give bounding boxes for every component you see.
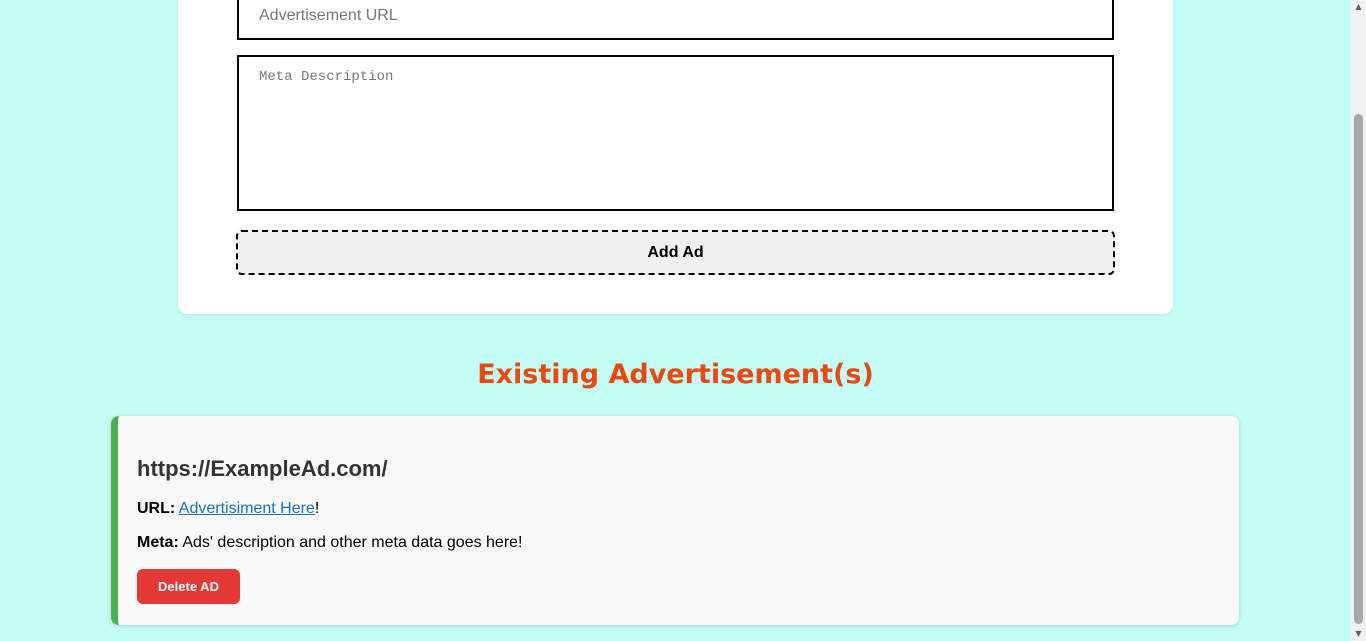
ad-url-line: URL: Advertisiment Here! bbox=[137, 500, 319, 518]
ad-url-label: URL: bbox=[137, 500, 176, 517]
ad-url-link[interactable]: Advertisiment Here bbox=[179, 500, 315, 517]
ad-url-suffix: ! bbox=[314, 500, 320, 517]
add-ad-button[interactable]: Add Ad bbox=[236, 230, 1115, 275]
existing-ads-heading: Existing Advertisement(s) bbox=[477, 359, 874, 390]
advertisement-url-input[interactable] bbox=[237, 0, 1114, 40]
scrollbar-thumb[interactable] bbox=[1354, 114, 1363, 624]
ad-meta-label: Meta: bbox=[137, 534, 179, 551]
delete-ad-button[interactable]: Delete AD bbox=[137, 569, 240, 604]
vertical-scrollbar[interactable]: ▲ ▼ bbox=[1351, 0, 1366, 641]
meta-description-textarea[interactable] bbox=[237, 55, 1114, 211]
ad-title: https://ExampleAd.com/ bbox=[137, 456, 388, 481]
ad-card: https://ExampleAd.com/ URL: Advertisimen… bbox=[111, 416, 1239, 625]
ad-meta-line: Meta: Ads' description and other meta da… bbox=[137, 534, 523, 552]
scroll-up-arrow-icon[interactable]: ▲ bbox=[1351, 0, 1366, 14]
scroll-down-arrow-icon[interactable]: ▼ bbox=[1351, 627, 1366, 641]
ad-meta-text: Ads' description and other meta data goe… bbox=[182, 534, 523, 551]
